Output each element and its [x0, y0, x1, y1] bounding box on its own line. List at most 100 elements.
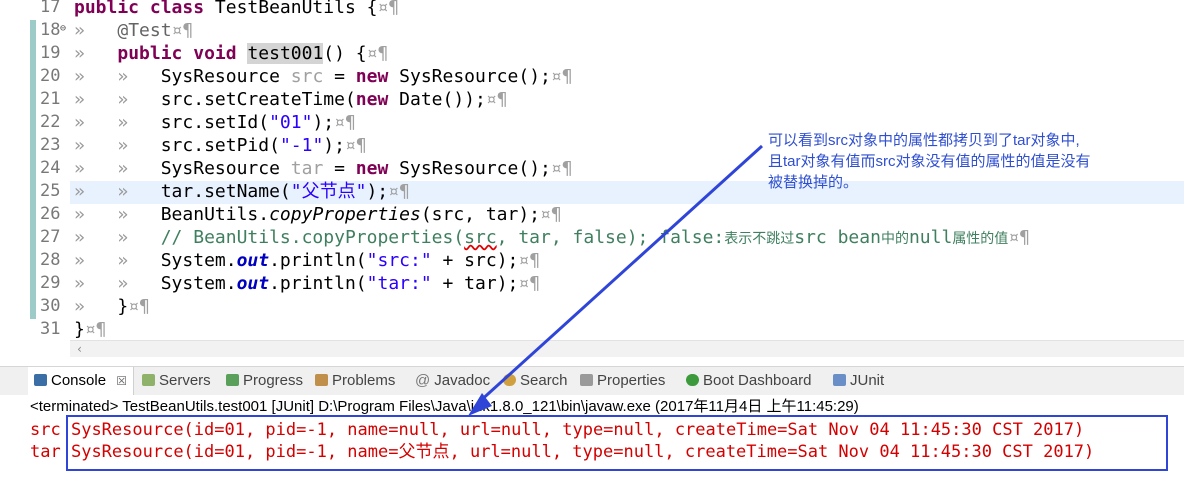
tab-problems[interactable]: Problems	[315, 367, 395, 395]
tab-marker: »	[74, 227, 85, 248]
code-line[interactable]: » » src.setId("01");¤¶	[74, 111, 356, 134]
pilcrow-marker: ¤¶	[334, 112, 356, 133]
line-number: 20	[40, 66, 61, 86]
code-token: SysResource();	[388, 66, 551, 87]
boot-dashboard-icon	[686, 374, 699, 386]
close-icon[interactable]: ☒	[116, 374, 127, 388]
code-token: Date());	[388, 89, 486, 110]
line-number: 30	[40, 296, 61, 316]
search-icon	[503, 374, 516, 386]
tab-marker: »	[117, 66, 129, 87]
code-token: out	[236, 273, 270, 294]
code-line[interactable]: » » src.setCreateTime(new Date());¤¶	[74, 88, 508, 111]
pilcrow-marker: ¤¶	[344, 135, 367, 156]
code-token: TestBeanUtils {	[204, 0, 378, 18]
views-tab-bar: Console ☒ Servers Progress Problems @ Jav…	[0, 366, 1184, 396]
tab-progress-label: Progress	[243, 372, 304, 389]
code-token: (src, tar);	[420, 204, 541, 225]
tab-junit[interactable]: JUnit	[833, 367, 884, 395]
code-token: .println(	[269, 273, 367, 294]
code-line[interactable]: » public void test001() {¤¶	[74, 42, 388, 65]
code-token: =	[323, 66, 356, 87]
line-number: 17	[40, 0, 61, 17]
code-token: src.setCreateTime(	[160, 89, 356, 110]
code-token: // BeanUtils.copyProperties(	[160, 227, 465, 248]
fold-icon[interactable]: ⊖	[60, 23, 66, 34]
code-token: src bean	[794, 227, 881, 248]
tab-marker: »	[117, 273, 129, 294]
tab-search-label: Search	[520, 372, 568, 389]
tab-marker: »	[74, 273, 85, 294]
tab-boot-dashboard[interactable]: Boot Dashboard	[686, 367, 811, 395]
line-number: 21	[40, 89, 61, 109]
pilcrow-marker: ¤¶	[1008, 227, 1030, 248]
code-token: 中的	[880, 230, 909, 246]
code-token: tar	[290, 158, 324, 179]
code-line[interactable]: » @Test¤¶	[74, 19, 193, 42]
code-token: System.	[160, 273, 237, 294]
code-line[interactable]: » }¤¶	[74, 295, 150, 318]
code-token: .println(	[269, 250, 367, 271]
tab-properties[interactable]: Properties	[580, 367, 665, 395]
code-token: 属性的值	[952, 230, 1009, 246]
tab-marker: »	[74, 112, 85, 133]
pilcrow-marker: ¤¶	[171, 20, 194, 41]
code-line[interactable]: » » tar.setName("父节点");¤¶	[74, 180, 410, 203]
tab-progress[interactable]: Progress	[226, 367, 303, 395]
code-token: + src);	[431, 250, 519, 271]
tab-marker: »	[74, 158, 85, 179]
javadoc-icon: @	[415, 372, 431, 389]
console-icon	[34, 374, 47, 386]
progress-icon	[226, 374, 239, 386]
code-line[interactable]: » » src.setPid("-1");¤¶	[74, 134, 367, 157]
line-number: 22	[40, 112, 61, 132]
tab-servers-label: Servers	[159, 372, 211, 389]
pilcrow-marker: ¤¶	[550, 66, 573, 87]
code-token: "src:"	[366, 250, 432, 271]
tab-search[interactable]: Search	[503, 367, 568, 395]
junit-icon	[833, 374, 846, 386]
code-line[interactable]: » » // BeanUtils.copyProperties(src, tar…	[74, 226, 1030, 249]
code-token: test001	[247, 43, 324, 64]
output-label-tar: tar	[30, 442, 61, 462]
tab-marker: »	[117, 112, 129, 133]
tab-servers[interactable]: Servers	[142, 367, 211, 395]
properties-icon	[580, 374, 593, 386]
code-line[interactable]: » » System.out.println("tar:" + tar);¤¶	[74, 272, 540, 295]
code-token: "01"	[269, 112, 313, 133]
code-line[interactable]: }¤¶	[74, 318, 107, 341]
output-highlight-box	[66, 415, 1168, 471]
scroll-left-icon[interactable]: ‹	[76, 341, 83, 357]
tab-marker: »	[117, 158, 129, 179]
tab-console[interactable]: Console ☒	[28, 367, 134, 395]
pilcrow-marker: ¤¶	[84, 319, 107, 340]
code-line[interactable]: » » System.out.println("src:" + src);¤¶	[74, 249, 540, 272]
code-line[interactable]: » » SysResource src = new SysResource();…	[74, 65, 573, 88]
code-token: }	[74, 319, 85, 340]
pilcrow-marker: ¤¶	[540, 204, 562, 225]
code-line[interactable]: » » BeanUtils.copyProperties(src, tar);¤…	[74, 203, 562, 226]
code-line[interactable]: » » SysResource tar = new SysResource();…	[74, 157, 573, 180]
code-line[interactable]: public class TestBeanUtils {¤¶	[74, 0, 399, 19]
code-token: src.setId(	[160, 112, 270, 133]
tab-javadoc[interactable]: @ Javadoc	[415, 367, 490, 395]
tab-marker: »	[74, 89, 85, 110]
code-token: System.	[160, 250, 237, 271]
tab-marker: »	[74, 296, 85, 317]
line-number: 31	[40, 319, 61, 339]
editor-horizontal-scrollbar[interactable]: ‹	[70, 340, 1184, 357]
tab-marker: »	[117, 204, 129, 225]
annotation-line-2: 且tar对象有值而src对象没有值的属性的值是没有	[768, 153, 1091, 170]
code-token: copyProperties	[269, 204, 421, 225]
code-token: );	[312, 112, 335, 133]
line-number: 23	[40, 135, 61, 155]
tab-marker: »	[74, 43, 85, 64]
line-number: 19	[40, 43, 61, 63]
code-token: public	[74, 0, 140, 18]
code-token: out	[236, 250, 270, 271]
annotation-line-1: 可以看到src对象中的属性都拷贝到了tar对象中,	[768, 132, 1080, 149]
tab-marker: »	[74, 135, 85, 156]
code-token: src	[290, 66, 324, 87]
tab-properties-label: Properties	[597, 372, 666, 389]
code-token: + tar);	[431, 273, 519, 294]
